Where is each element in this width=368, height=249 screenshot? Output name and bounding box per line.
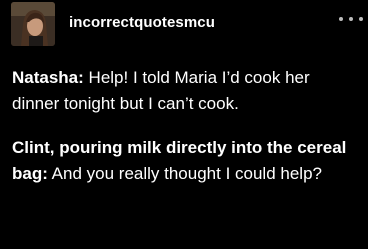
dialogue-text: And you really thought I could help? xyxy=(47,164,322,183)
more-dot xyxy=(349,17,353,21)
quote-line-clint: Clint, pouring milk directly into the ce… xyxy=(12,135,358,187)
blog-avatar-icon[interactable] xyxy=(11,2,55,46)
quote-line-natasha: Natasha: Help! I told Maria I’d cook her… xyxy=(12,65,358,117)
tumblr-post: incorrectquotesmcu Natasha: Help! I told… xyxy=(0,0,368,249)
post-header: incorrectquotesmcu xyxy=(11,2,363,48)
more-options-icon[interactable] xyxy=(339,12,363,26)
blog-name-link[interactable]: incorrectquotesmcu xyxy=(69,14,215,31)
speaker-label: Natasha: xyxy=(12,68,84,87)
more-dot xyxy=(339,17,343,21)
more-dot xyxy=(359,17,363,21)
avatar-image xyxy=(11,2,55,46)
post-body: Natasha: Help! I told Maria I’d cook her… xyxy=(12,65,358,205)
